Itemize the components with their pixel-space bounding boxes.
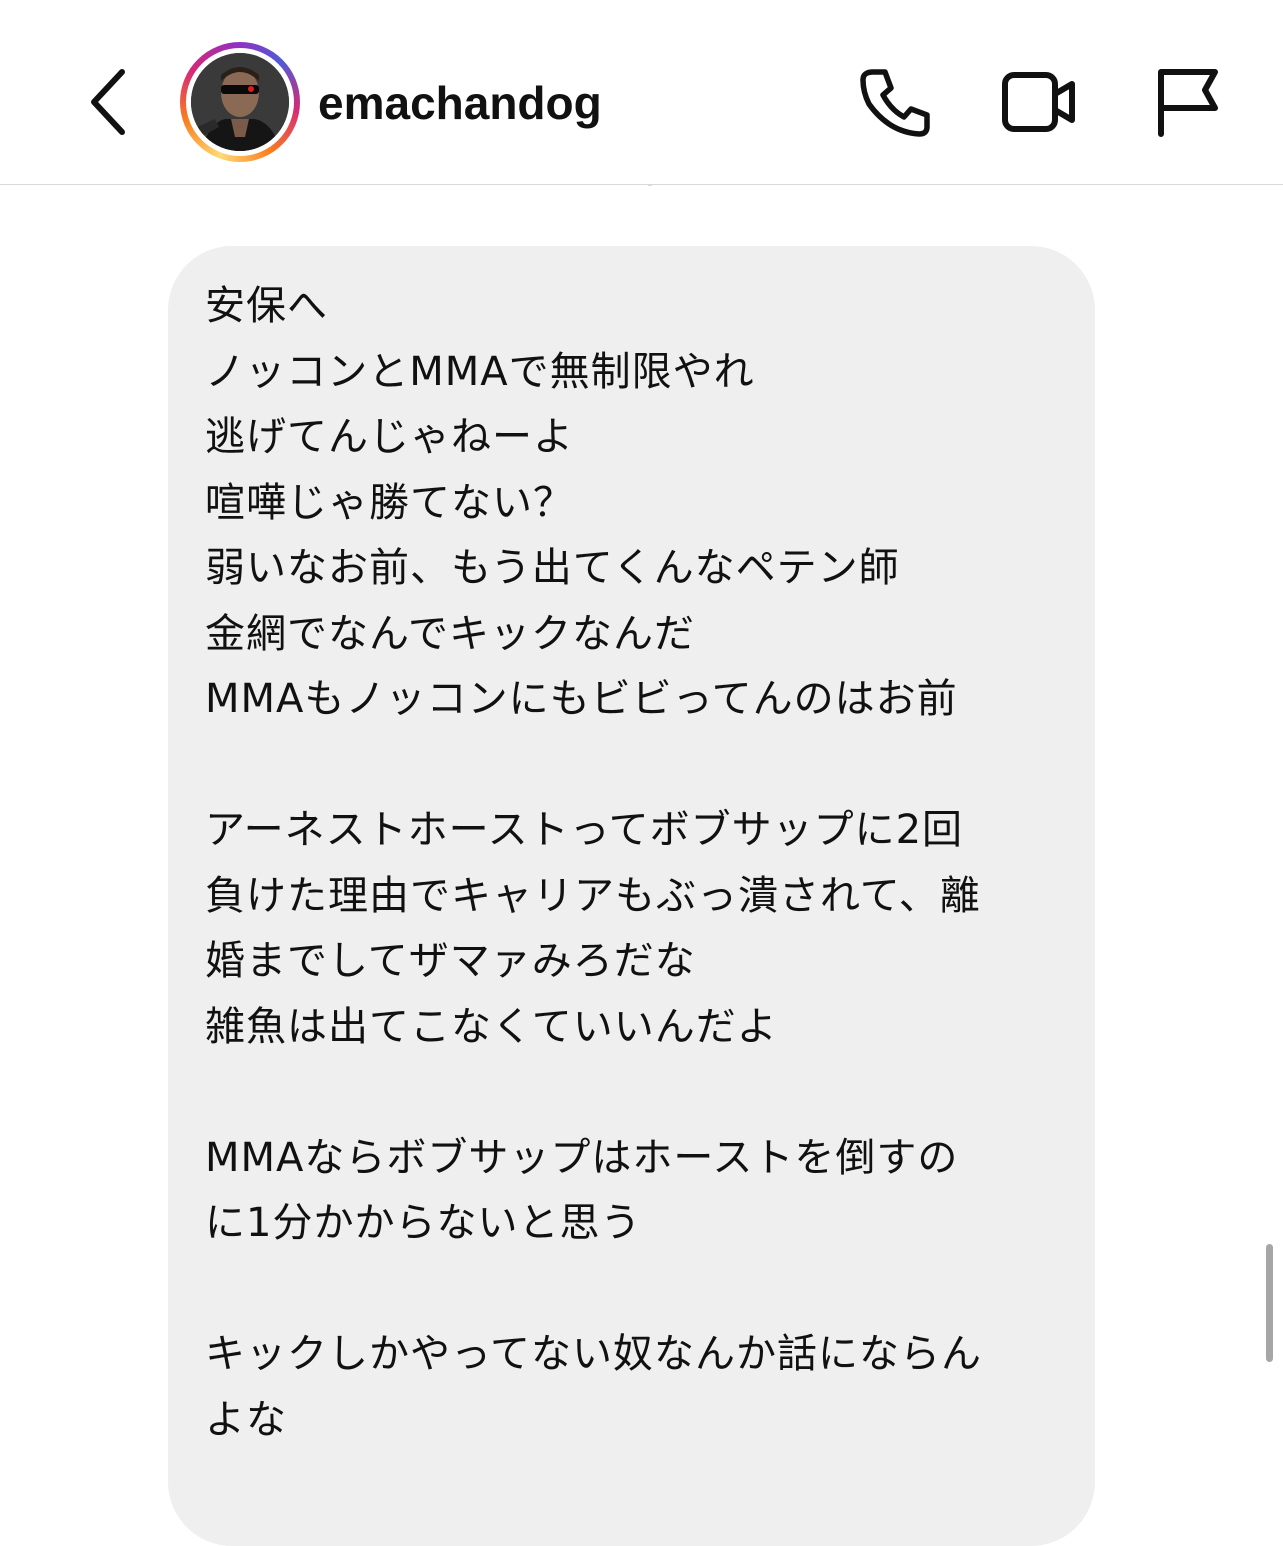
profile-photo [191,53,289,151]
call-button[interactable] [855,62,935,142]
chevron-left-icon [91,69,125,135]
flag-icon [1158,69,1218,137]
video-camera-icon [1002,72,1075,132]
scrollbar[interactable] [1266,1244,1273,1362]
message-text: 安保へ ノッコンとMMAで無制限やれ 逃げてんじゃねーよ 喧嘩じゃ勝てない？ 弱… [205,283,982,1443]
back-button[interactable] [84,64,134,140]
username[interactable]: emachandog [318,70,602,136]
avatar[interactable] [180,42,300,162]
chat-header: emachandog [0,0,1283,185]
video-call-button[interactable] [998,62,1078,142]
report-button[interactable] [1150,62,1230,142]
phone-icon [860,69,930,137]
avatar-image [191,53,289,151]
